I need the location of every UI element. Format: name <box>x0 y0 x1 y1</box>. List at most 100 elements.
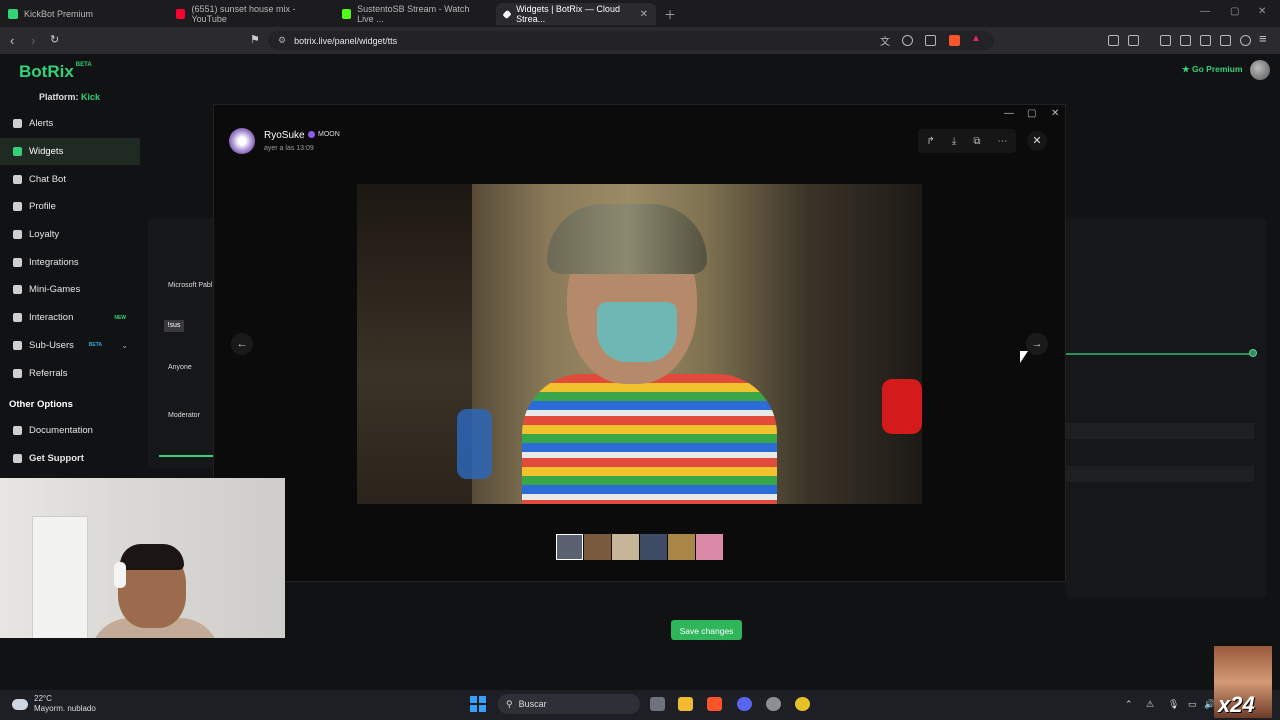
minimize-icon[interactable]: — <box>1200 6 1210 17</box>
volume-slider-handle[interactable] <box>1249 349 1257 357</box>
weather-widget[interactable]: 22°C Mayorm. nublado <box>12 694 96 714</box>
windows-start-icon[interactable] <box>470 696 486 712</box>
share-icon[interactable] <box>925 35 936 46</box>
brand-logo[interactable]: BotRix BETA <box>19 62 92 82</box>
viewer-minimize-icon[interactable]: — <box>1004 108 1014 119</box>
close-viewer-button[interactable]: ✕ <box>1027 131 1047 151</box>
reload-icon[interactable]: ↻ <box>50 33 59 46</box>
go-premium-label: Go Premium <box>1191 64 1243 74</box>
kick-favicon-icon <box>342 9 352 19</box>
other-options-heading: Other Options <box>9 399 73 410</box>
network-icon[interactable]: ⚠ <box>1146 699 1154 710</box>
sidebar-item-integrations[interactable]: Integrations <box>0 248 140 276</box>
platform-indicator: Platform: Kick <box>39 92 100 102</box>
sidebar-item-get-support[interactable]: Get Support <box>0 445 140 473</box>
profile-icon <box>13 202 22 212</box>
next-image-button[interactable]: → <box>1026 333 1048 355</box>
maximize-icon[interactable]: ▢ <box>1230 6 1239 17</box>
link-icon <box>13 257 22 267</box>
viewer-maximize-icon[interactable]: ▢ <box>1027 108 1036 119</box>
photo-red-object <box>882 379 922 434</box>
url-text: botrix.live/panel/widget/tts <box>294 35 398 46</box>
display-icon[interactable]: ▭ <box>1188 699 1197 710</box>
tab-kickbot[interactable]: KickBot Premium <box>0 3 170 25</box>
volume-slider[interactable] <box>1066 353 1254 355</box>
save-changes-button[interactable]: Save changes <box>671 620 742 640</box>
sidebar-item-loyalty[interactable]: Loyalty <box>0 221 140 249</box>
zoom-icon[interactable] <box>902 35 913 46</box>
thumbnail[interactable] <box>668 534 695 560</box>
steam-icon[interactable] <box>766 697 781 711</box>
sidebar-item-profile[interactable]: Profile <box>0 193 140 221</box>
vpn-icon[interactable] <box>1240 35 1251 46</box>
settings-row[interactable] <box>1066 466 1254 482</box>
leo-icon[interactable] <box>1220 35 1231 46</box>
brave-rewards-icon[interactable]: ▲ <box>971 33 982 44</box>
app-icon[interactable] <box>795 697 810 711</box>
thumbnail[interactable] <box>696 534 723 560</box>
brave-browser-icon[interactable] <box>707 697 722 711</box>
close-window-icon[interactable]: ✕ <box>1258 6 1266 17</box>
tab-youtube[interactable]: (6551) sunset house mix - YouTube <box>168 3 334 25</box>
sidebar-item-label: Integrations <box>29 256 79 268</box>
file-explorer-icon[interactable] <box>678 697 693 711</box>
doc-icon <box>13 426 22 436</box>
voice-select[interactable]: Microsoft Pabl <box>168 282 212 289</box>
sidebar-item-widgets[interactable]: Widgets <box>0 137 140 166</box>
close-tab-icon[interactable]: ✕ <box>640 9 648 20</box>
author-name[interactable]: RyoSuke <box>264 130 305 141</box>
avatar[interactable] <box>1250 60 1270 80</box>
tab-kick-stream[interactable]: SustentoSB Stream - Watch Live ... <box>334 3 494 25</box>
tab-botrix-widgets[interactable]: Widgets | BotRix — Cloud Strea... ✕ <box>496 3 656 25</box>
discord-icon[interactable] <box>737 697 752 711</box>
microphone-icon[interactable]: 🎙 <box>1168 699 1179 710</box>
chevron-down-icon[interactable]: ⌄ <box>121 341 128 350</box>
tray-chevron-icon[interactable]: ⌃ <box>1125 699 1133 710</box>
sidebar-item-documentation[interactable]: Documentation <box>0 417 140 445</box>
thumbnail[interactable] <box>584 534 611 560</box>
media-icon[interactable] <box>1128 35 1139 46</box>
wallet-icon[interactable] <box>1200 35 1211 46</box>
open-external-icon[interactable]: ⧉ <box>973 136 980 147</box>
photo-background-shelf <box>357 184 472 504</box>
sidebar-toggle-icon[interactable] <box>1180 35 1191 46</box>
taskbar-search[interactable]: ⚲ Buscar <box>498 694 640 714</box>
go-premium-button[interactable]: ★ Go Premium <box>1182 64 1243 75</box>
users-icon <box>13 340 22 350</box>
extensions-icon[interactable] <box>1108 35 1119 46</box>
help-icon <box>13 454 22 464</box>
more-icon[interactable]: ⋯ <box>997 136 1007 147</box>
forward-icon[interactable]: › <box>31 33 35 48</box>
thumbnail[interactable] <box>612 534 639 560</box>
settings-row[interactable] <box>1066 423 1254 439</box>
sidebar-item-referrals[interactable]: Referrals <box>0 359 140 387</box>
sidebar-item-chat-bot[interactable]: Chat Bot <box>0 165 140 193</box>
forward-share-icon[interactable]: ↱ <box>927 136 935 147</box>
previous-image-button[interactable]: ← <box>231 333 253 355</box>
brave-shield-icon[interactable] <box>949 35 960 46</box>
command-input[interactable]: !sus <box>164 320 184 332</box>
sidebar-item-label: Widgets <box>29 146 64 158</box>
slider-track[interactable] <box>159 455 214 457</box>
avatar[interactable] <box>229 128 255 154</box>
back-icon[interactable]: ‹ <box>10 33 14 48</box>
download-icon[interactable]: ⤓ <box>952 136 956 147</box>
who-can-use-select[interactable]: Anyone <box>168 364 192 371</box>
bypass-select[interactable]: Moderator <box>168 412 200 419</box>
sidebar-item-alerts[interactable]: Alerts <box>0 110 140 138</box>
music-icon[interactable] <box>1160 35 1171 46</box>
sidebar-item-mini-games[interactable]: Mini-Games <box>0 276 140 304</box>
menu-icon[interactable]: ≡ <box>1259 31 1267 46</box>
webcam-overlay <box>0 478 285 638</box>
thumbnail[interactable] <box>640 534 667 560</box>
viewer-close-window-icon[interactable]: ✕ <box>1051 108 1059 119</box>
thumbnail[interactable] <box>556 534 583 560</box>
translate-icon[interactable]: 文 <box>880 33 891 48</box>
sidebar-item-interaction[interactable]: Interaction NEW <box>0 304 140 332</box>
sidebar-item-sub-users[interactable]: Sub-Users BETA ⌄ <box>0 332 140 360</box>
task-view-icon[interactable] <box>650 697 665 711</box>
bookmark-icon[interactable]: ⚑ <box>250 33 260 46</box>
search-icon: ⚲ <box>506 698 513 709</box>
new-tab-icon[interactable]: ＋ <box>664 6 676 23</box>
site-settings-icon[interactable]: ⚙ <box>278 35 286 46</box>
